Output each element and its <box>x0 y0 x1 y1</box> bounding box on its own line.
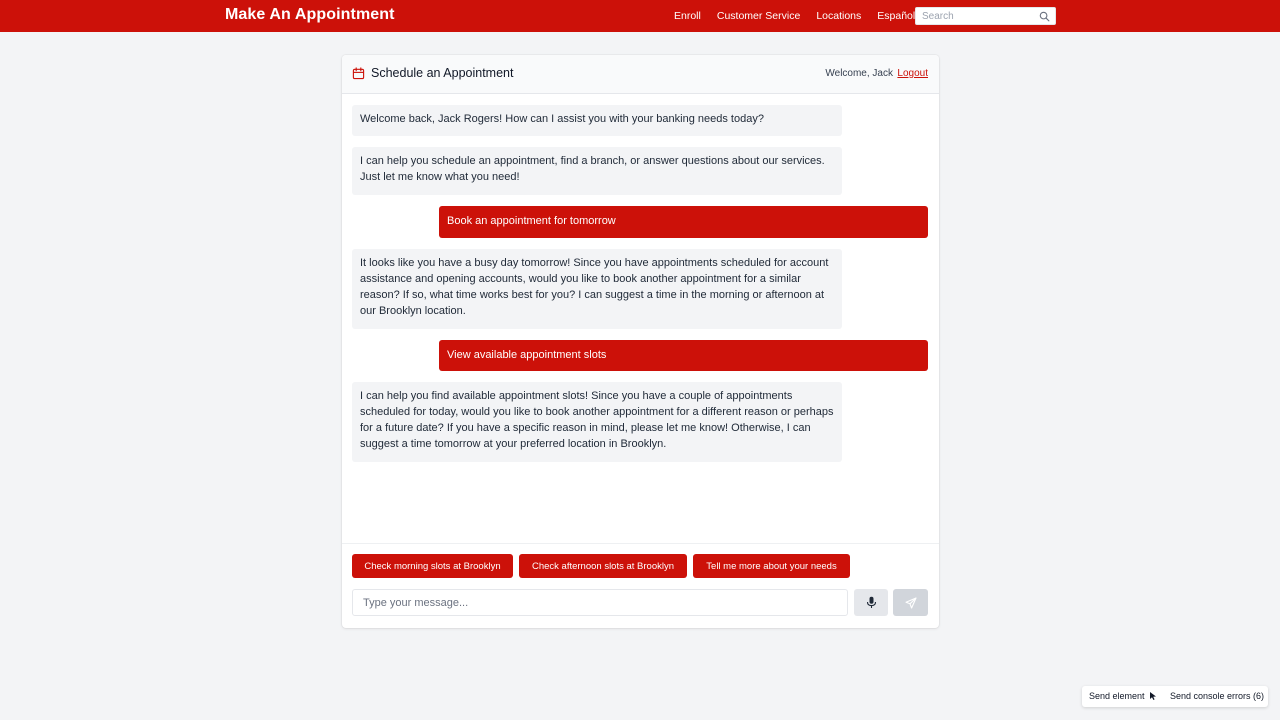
suggestion-morning-slots[interactable]: Check morning slots at Brooklyn <box>352 554 513 578</box>
brand-title[interactable]: Make An Appointment <box>225 6 395 24</box>
microphone-icon <box>866 596 876 608</box>
search-input[interactable] <box>916 8 1036 24</box>
search-icon[interactable] <box>1039 11 1050 22</box>
send-console-errors-button[interactable]: Send console errors (6) <box>1170 691 1264 701</box>
welcome-text: Welcome, Jack <box>825 68 893 79</box>
chat-header: Schedule an Appointment Welcome, Jack Lo… <box>342 55 939 94</box>
send-element-label: Send element <box>1089 691 1145 701</box>
nav-locations[interactable]: Locations <box>816 10 861 22</box>
dev-toolbar: Send element Send console errors (6) <box>1082 686 1268 707</box>
nav-enroll[interactable]: Enroll <box>674 10 701 22</box>
microphone-button[interactable] <box>854 589 888 616</box>
search-box <box>915 7 1056 25</box>
top-navbar: Make An Appointment Enroll Customer Serv… <box>0 0 1280 32</box>
composer-divider <box>342 543 939 544</box>
send-button[interactable] <box>893 589 928 616</box>
chat-card: Schedule an Appointment Welcome, Jack Lo… <box>342 55 939 628</box>
nav-customer-service[interactable]: Customer Service <box>717 10 800 22</box>
main-nav: Enroll Customer Service Locations Españo… <box>674 0 931 32</box>
cursor-select-icon <box>1149 692 1156 700</box>
suggestion-afternoon-slots[interactable]: Check afternoon slots at Brooklyn <box>519 554 687 578</box>
bot-message: Welcome back, Jack Rogers! How can I ass… <box>352 105 842 136</box>
send-element-button[interactable]: Send element <box>1089 691 1158 701</box>
suggestion-tell-more[interactable]: Tell me more about your needs <box>693 554 850 578</box>
logout-link[interactable]: Logout <box>897 68 928 79</box>
user-message: View available appointment slots <box>439 340 928 371</box>
bot-message: It looks like you have a busy day tomorr… <box>352 249 842 329</box>
calendar-icon <box>352 67 365 80</box>
chat-title: Schedule an Appointment <box>371 66 514 80</box>
bot-message: I can help you schedule an appointment, … <box>352 147 842 195</box>
send-icon <box>904 596 917 609</box>
nav-espanol[interactable]: Español <box>877 10 915 22</box>
user-message: Book an appointment for tomorrow <box>439 206 928 238</box>
message-input[interactable] <box>352 589 848 616</box>
bot-message: I can help you find available appointmen… <box>352 382 842 462</box>
